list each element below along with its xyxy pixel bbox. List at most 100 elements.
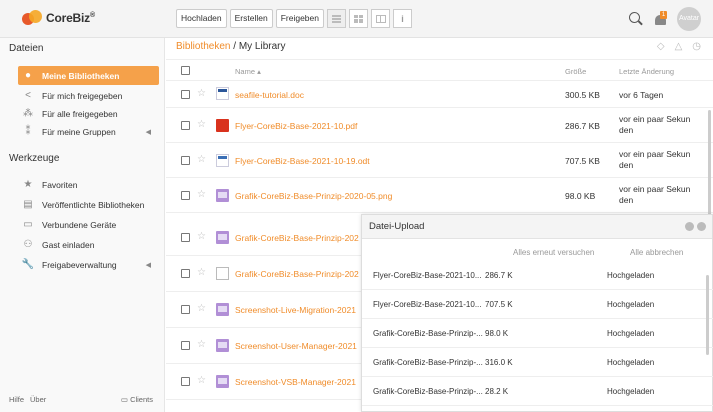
row-checkbox[interactable]	[181, 233, 190, 242]
avatar[interactable]: Avatar	[677, 7, 701, 31]
users-icon: ⁑	[25, 126, 31, 137]
retry-all-button[interactable]: Alles erneut versuchen	[513, 248, 594, 257]
help-link[interactable]: Hilfe	[9, 395, 24, 404]
upload-item-size: 286.7 K	[485, 271, 513, 280]
minimize-icon[interactable]	[685, 222, 694, 231]
sidebar-footer: Hilfe Über ▭ Clients	[9, 395, 159, 404]
notification-badge: 1	[660, 11, 667, 19]
about-link[interactable]: Über	[30, 395, 46, 404]
file-name[interactable]: Flyer-CoreBiz-Base-2021-10-19.odt	[235, 156, 555, 166]
star-icon[interactable]: ☆	[197, 154, 206, 165]
file-name[interactable]: Grafik-CoreBiz-Base-Prinzip-202	[235, 269, 363, 279]
sidebar-section-files: Dateien	[9, 43, 44, 54]
app-logo[interactable]: CoreBiz®	[22, 10, 95, 26]
details-button[interactable]: i	[393, 9, 412, 28]
table-row[interactable]: ☆ seafile-tutorial.doc 300.5 KB vor 6 Ta…	[166, 81, 713, 108]
row-checkbox[interactable]	[181, 156, 190, 165]
star-icon[interactable]: ☆	[197, 189, 206, 200]
row-checkbox[interactable]	[181, 90, 190, 99]
clients-link[interactable]: ▭ Clients	[121, 395, 159, 404]
table-row[interactable]: ☆ Flyer-CoreBiz-Base-2021-10.pdf 286.7 K…	[166, 108, 713, 143]
sidebar-item-published-libraries[interactable]: ▤ Veröffentlichte Bibliotheken	[18, 195, 159, 214]
logo-registered-mark: ®	[89, 12, 95, 19]
row-checkbox[interactable]	[181, 121, 190, 130]
file-name[interactable]: seafile-tutorial.doc	[235, 90, 555, 100]
file-image-icon	[216, 231, 229, 244]
file-name[interactable]: Grafik-CoreBiz-Base-Prinzip-2020-05.png	[235, 191, 555, 201]
row-checkbox[interactable]	[181, 305, 190, 314]
monitor-icon: ▭	[23, 219, 33, 230]
row-checkbox[interactable]	[181, 191, 190, 200]
trash-icon[interactable]: △	[675, 41, 683, 52]
history-icon[interactable]: ◷	[692, 41, 701, 52]
column-name-header[interactable]: Name ▴	[235, 67, 261, 76]
close-icon[interactable]	[697, 222, 706, 231]
upload-item: Flyer-CoreBiz-Base-2021-10... 286.7 K Ho…	[362, 261, 713, 290]
star-icon[interactable]: ☆	[197, 267, 206, 278]
invite-user-icon: ⚇	[23, 239, 33, 250]
file-size: 286.7 KB	[565, 121, 600, 131]
star-icon[interactable]: ☆	[197, 339, 206, 350]
sidebar-item-label: Veröffentlichte Bibliotheken	[42, 199, 145, 210]
share-icon: <	[25, 90, 31, 101]
file-name[interactable]: Screenshot-Live-Migration-2021	[235, 305, 363, 315]
row-checkbox[interactable]	[181, 377, 190, 386]
file-name[interactable]: Screenshot-User-Manager-2021	[235, 341, 363, 351]
upload-scrollbar[interactable]	[706, 275, 709, 355]
wrench-icon: 🔧	[21, 259, 35, 270]
select-all-checkbox[interactable]	[181, 66, 190, 75]
upload-dialog-title: Datei-Upload	[369, 221, 425, 232]
row-checkbox[interactable]	[181, 269, 190, 278]
divider	[166, 59, 713, 60]
row-checkbox[interactable]	[181, 341, 190, 350]
star-icon[interactable]: ☆	[197, 88, 206, 99]
column-date-header[interactable]: Letzte Änderung	[619, 67, 674, 76]
caret-left-icon[interactable]: ◀	[146, 128, 151, 136]
file-date: vor 6 Tagen	[619, 90, 664, 100]
column-size-header[interactable]: Größe	[565, 67, 586, 76]
cancel-all-button[interactable]: Alle abbrechen	[630, 248, 683, 257]
table-row[interactable]: ☆ Grafik-CoreBiz-Base-Prinzip-2020-05.pn…	[166, 178, 713, 213]
library-icon: ▤	[23, 199, 33, 210]
star-icon[interactable]: ☆	[197, 303, 206, 314]
tag-icon[interactable]: ◇	[657, 41, 665, 52]
grid-view-icon	[354, 14, 363, 23]
file-image-icon	[216, 303, 229, 316]
sidebar-item-shared-with-all[interactable]: ⁂ Für alle freigegeben	[18, 104, 159, 123]
share-button[interactable]: Freigeben	[275, 9, 324, 28]
list-view-button[interactable]	[327, 9, 346, 28]
sidebar-item-label: Für meine Gruppen	[42, 126, 116, 137]
notification-bell-icon[interactable]: 1	[653, 11, 667, 27]
search-icon[interactable]	[629, 12, 643, 26]
upload-button[interactable]: Hochladen	[176, 9, 227, 28]
upload-item: Grafik-CoreBiz-Base-Prinzip-... 316.0 K …	[362, 348, 713, 377]
upload-item-name: Flyer-CoreBiz-Base-2021-10...	[373, 271, 482, 280]
sidebar-item-invite-guest[interactable]: ⚇ Gast einladen	[18, 235, 159, 254]
upload-item-status: Hochgeladen	[607, 387, 655, 396]
sidebar-item-share-admin[interactable]: 🔧 Freigabeverwaltung ◀	[18, 255, 159, 274]
sidebar-item-my-libraries[interactable]: ● Meine Bibliotheken	[18, 66, 159, 85]
file-name[interactable]: Flyer-CoreBiz-Base-2021-10.pdf	[235, 121, 555, 131]
star-icon[interactable]: ☆	[197, 119, 206, 130]
sidebar-item-favorites[interactable]: ★ Favoriten	[18, 175, 159, 194]
star-icon[interactable]: ☆	[197, 375, 206, 386]
sidebar-item-linked-devices[interactable]: ▭ Verbundene Geräte	[18, 215, 159, 234]
table-row[interactable]: ☆ Flyer-CoreBiz-Base-2021-10-19.odt 707.…	[166, 143, 713, 178]
file-name[interactable]: Grafik-CoreBiz-Base-Prinzip-202	[235, 233, 363, 243]
logo-text: CoreBiz	[46, 11, 90, 25]
group-icon: ⁂	[23, 108, 33, 119]
grid-view-button[interactable]	[349, 9, 368, 28]
file-name[interactable]: Screenshot-VSB-Manager-2021	[235, 377, 363, 387]
create-button[interactable]: Erstellen	[229, 9, 273, 28]
toolbar: Hochladen Erstellen Freigeben i	[176, 9, 412, 28]
column-view-button[interactable]	[371, 9, 390, 28]
star-icon[interactable]: ☆	[197, 231, 206, 242]
breadcrumb-libraries-link[interactable]: Bibliotheken	[176, 41, 230, 52]
sidebar-item-shared-with-me[interactable]: < Für mich freigegeben	[18, 86, 159, 105]
caret-left-icon[interactable]: ◀	[146, 261, 151, 269]
sidebar-section-tools: Werkzeuge	[9, 153, 60, 164]
upload-item-size: 707.5 K	[485, 300, 513, 309]
column-view-icon	[375, 14, 386, 23]
sidebar-item-shared-with-groups[interactable]: ⁑ Für meine Gruppen ◀	[18, 122, 159, 141]
sidebar-item-label: Gast einladen	[42, 239, 95, 250]
